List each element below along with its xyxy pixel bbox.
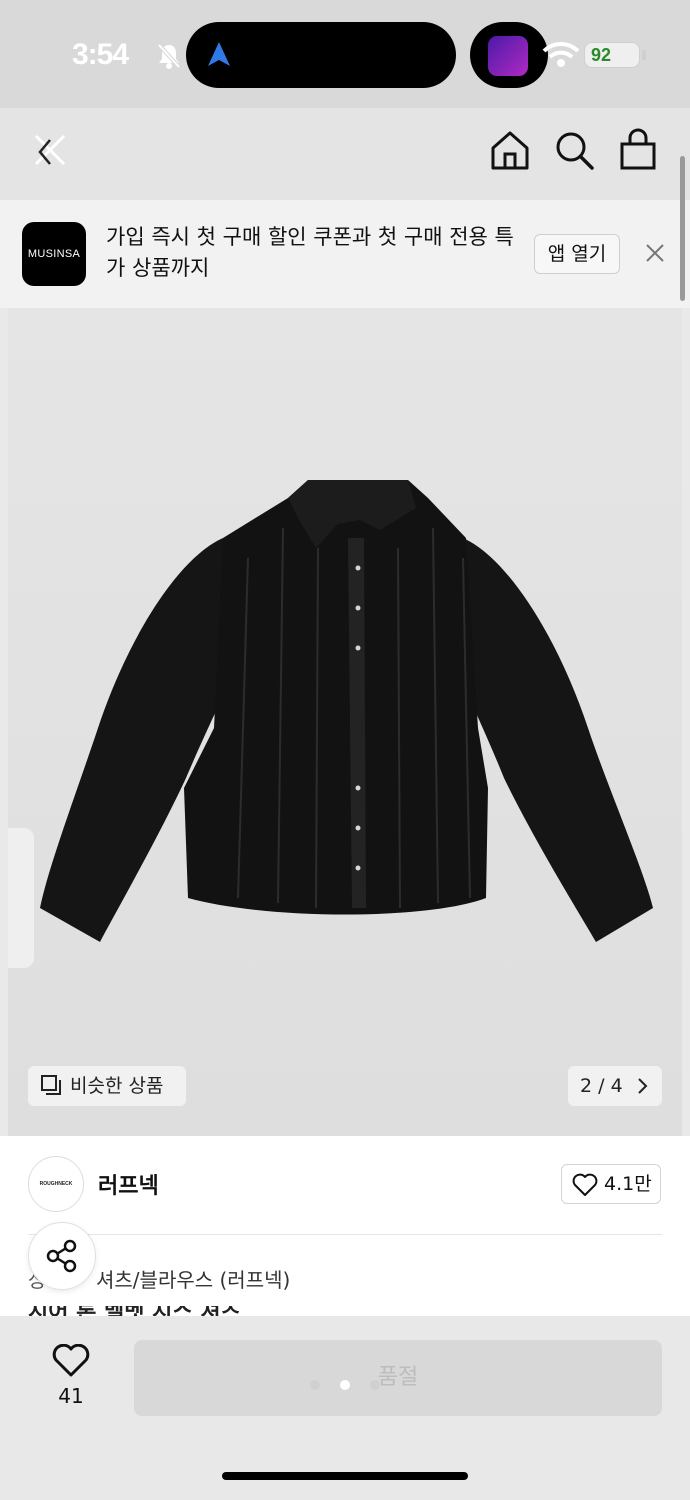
divider (28, 1234, 662, 1235)
brand-logo[interactable]: ROUGHNECK (28, 1156, 84, 1212)
page-dot-active (340, 1380, 350, 1390)
bell-off-icon (157, 43, 181, 69)
wifi-icon (542, 42, 580, 67)
sold-out-button: 품절 (134, 1340, 662, 1416)
heart-icon (572, 1173, 598, 1196)
similar-products-icon (41, 1075, 61, 1095)
heart-icon (52, 1344, 90, 1377)
banner-message: 가입 즉시 첫 구매 할인 쿠폰과 첫 구매 전용 특가 상품까지 (106, 225, 514, 280)
share-icon (46, 1239, 77, 1273)
wishlist-count: 41 (58, 1384, 84, 1408)
navigation-arrow-icon (208, 42, 230, 66)
left-edge-handle[interactable] (8, 828, 34, 968)
chevron-right-icon (638, 1078, 648, 1094)
category-breadcrumb[interactable]: 셔츠/블라우스 (러프넥) (96, 1264, 290, 1293)
cart-bag-icon[interactable] (616, 128, 660, 172)
brand-name[interactable]: 러프넥 (98, 1168, 159, 1200)
product-photo-shirt (40, 480, 653, 942)
product-image-carousel[interactable] (8, 308, 682, 1136)
home-indicator[interactable] (222, 1472, 468, 1480)
product-title: 시어 톤 벨벳 시스 셔츠 (28, 1306, 328, 1316)
back-close-icon[interactable] (28, 128, 72, 172)
battery-cap (642, 50, 646, 60)
search-icon[interactable] (552, 128, 596, 172)
close-icon[interactable] (644, 242, 666, 264)
battery-indicator: 92 (584, 42, 640, 68)
open-app-button[interactable]: 앱 열기 (534, 234, 620, 274)
home-icon[interactable] (488, 128, 532, 172)
status-time: 3:54 (72, 38, 129, 71)
live-activity-app-icon (488, 36, 528, 76)
page-dot (370, 1380, 380, 1390)
product-title-peek: 시어 톤 벨벳 시스 셔츠 (28, 1306, 328, 1316)
scrollbar[interactable] (680, 156, 685, 301)
page-dot (310, 1380, 320, 1390)
musinsa-logo: MUSINSA (22, 222, 86, 286)
